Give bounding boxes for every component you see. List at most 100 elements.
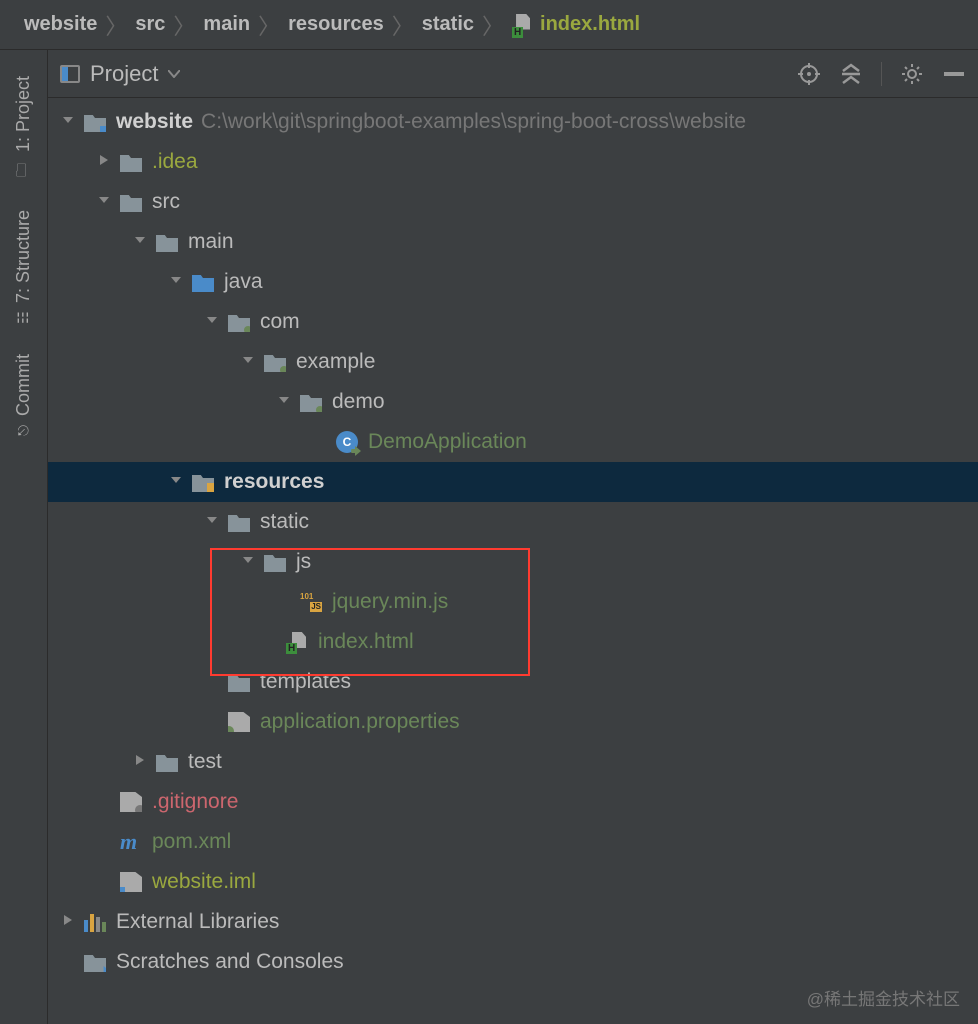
tree-node-jquery[interactable]: jquery.min.js — [48, 582, 978, 622]
libraries-icon — [84, 912, 106, 932]
expand-arrow-icon[interactable] — [242, 354, 258, 370]
tree-label: .gitignore — [152, 790, 238, 814]
folder-icon — [156, 232, 178, 252]
tree-node-com[interactable]: com — [48, 302, 978, 342]
breadcrumb-sep: 〉 — [173, 9, 195, 41]
tool-window-commit-label: Commit — [13, 354, 34, 416]
collapse-all-icon[interactable] — [839, 62, 863, 86]
tree-node-scratches[interactable]: Scratches and Consoles — [48, 942, 978, 982]
tree-node-main[interactable]: main — [48, 222, 978, 262]
expand-arrow-icon[interactable] — [206, 514, 222, 530]
breadcrumb-item-static[interactable]: static — [418, 13, 478, 36]
tree-node-pom[interactable]: pom.xml — [48, 822, 978, 862]
tool-window-project-label: 1: Project — [13, 76, 34, 152]
project-view-label: Project — [90, 61, 158, 87]
folder-icon — [156, 752, 178, 772]
tree-node-static[interactable]: static — [48, 502, 978, 542]
tree-node-src[interactable]: src — [48, 182, 978, 222]
tree-node-iml[interactable]: website.iml — [48, 862, 978, 902]
expand-arrow-icon[interactable] — [206, 314, 222, 330]
tool-window-structure[interactable]: ☷ 7: Structure — [13, 196, 34, 340]
divider — [881, 62, 882, 86]
tree-node-application-properties[interactable]: application.properties — [48, 702, 978, 742]
breadcrumb-item-main[interactable]: main — [199, 13, 254, 36]
tool-window-structure-label: 7: Structure — [13, 210, 34, 303]
tree-label: External Libraries — [116, 910, 279, 934]
tree-label: example — [296, 350, 375, 374]
tree-node-example[interactable]: example — [48, 342, 978, 382]
folder-icon — [120, 192, 142, 212]
tree-label: templates — [260, 670, 351, 694]
tree-node-java[interactable]: java — [48, 262, 978, 302]
iml-file-icon — [120, 872, 142, 892]
tree-label: main — [188, 230, 234, 254]
breadcrumb-current-file[interactable]: index.html — [508, 13, 644, 36]
tree-label: resources — [224, 470, 324, 494]
tree-label: .idea — [152, 150, 198, 174]
breadcrumb: website 〉 src 〉 main 〉 resources 〉 stati… — [0, 0, 978, 50]
locate-icon[interactable] — [797, 62, 821, 86]
tree-node-website[interactable]: website C:\work\git\springboot-examples\… — [48, 102, 978, 142]
expand-arrow-icon[interactable] — [62, 914, 78, 930]
tree-path-label: C:\work\git\springboot-examples\spring-b… — [201, 110, 746, 134]
expand-arrow-icon[interactable] — [134, 754, 150, 770]
folder-icon — [228, 672, 250, 692]
gear-icon[interactable] — [900, 62, 924, 86]
breadcrumb-item-resources[interactable]: resources — [284, 13, 388, 36]
watermark: @稀土掘金技术社区 — [807, 985, 960, 1010]
package-icon — [228, 312, 250, 332]
breadcrumb-sep: 〉 — [258, 9, 280, 41]
tree-node-gitignore[interactable]: .gitignore — [48, 782, 978, 822]
folder-icon — [264, 552, 286, 572]
expand-arrow-icon[interactable] — [134, 234, 150, 250]
properties-file-icon — [228, 712, 250, 732]
tool-window-commit[interactable]: ⎋ Commit — [13, 340, 34, 453]
tree-node-resources[interactable]: resources — [48, 462, 978, 502]
tree-node-external-libraries[interactable]: External Libraries — [48, 902, 978, 942]
html-file-icon — [286, 632, 308, 652]
breadcrumb-file-label: index.html — [540, 13, 640, 36]
html-file-icon — [512, 14, 532, 36]
gitignore-file-icon — [120, 792, 142, 812]
tree-node-index-html[interactable]: index.html — [48, 622, 978, 662]
tree-node-idea[interactable]: .idea — [48, 142, 978, 182]
tree-label: pom.xml — [152, 830, 231, 854]
tree-label: website — [116, 110, 193, 134]
tree-label: DemoApplication — [368, 430, 527, 454]
project-panel: Project — [48, 50, 978, 1024]
package-icon — [264, 352, 286, 372]
tree-node-test[interactable]: test — [48, 742, 978, 782]
tree-label: demo — [332, 390, 385, 414]
tree-node-templates[interactable]: templates — [48, 662, 978, 702]
tree-node-demo[interactable]: demo — [48, 382, 978, 422]
tree-label: test — [188, 750, 222, 774]
project-view-selector[interactable]: Project — [60, 61, 180, 87]
tree-label: jquery.min.js — [332, 590, 448, 614]
expand-arrow-icon[interactable] — [278, 394, 294, 410]
expand-arrow-icon[interactable] — [170, 474, 186, 490]
tool-window-project[interactable]: 🗀 1: Project — [13, 62, 34, 196]
expand-arrow-icon[interactable] — [98, 154, 114, 170]
expand-arrow-icon[interactable] — [62, 114, 78, 130]
project-tree: website C:\work\git\springboot-examples\… — [48, 98, 978, 1024]
breadcrumb-item-src[interactable]: src — [131, 13, 169, 36]
tree-label: com — [260, 310, 300, 334]
chevron-down-icon — [168, 70, 180, 78]
tree-node-demoapplication[interactable]: DemoApplication — [48, 422, 978, 462]
class-icon — [336, 431, 358, 453]
tool-window-bar-left: 🗀 1: Project ☷ 7: Structure ⎋ Commit — [0, 50, 48, 1024]
resources-folder-icon — [192, 472, 214, 492]
hide-icon[interactable] — [942, 62, 966, 86]
commit-icon: ⎋ — [15, 425, 32, 436]
tree-label: index.html — [318, 630, 414, 654]
expand-arrow-icon[interactable] — [98, 194, 114, 210]
breadcrumb-sep: 〉 — [482, 9, 504, 41]
structure-icon: ☷ — [15, 311, 32, 324]
breadcrumb-root[interactable]: website — [20, 13, 101, 36]
maven-file-icon — [120, 832, 142, 852]
expand-arrow-icon[interactable] — [170, 274, 186, 290]
tree-label: src — [152, 190, 180, 214]
tree-node-js[interactable]: js — [48, 542, 978, 582]
folder-icon — [120, 152, 142, 172]
expand-arrow-icon[interactable] — [242, 554, 258, 570]
